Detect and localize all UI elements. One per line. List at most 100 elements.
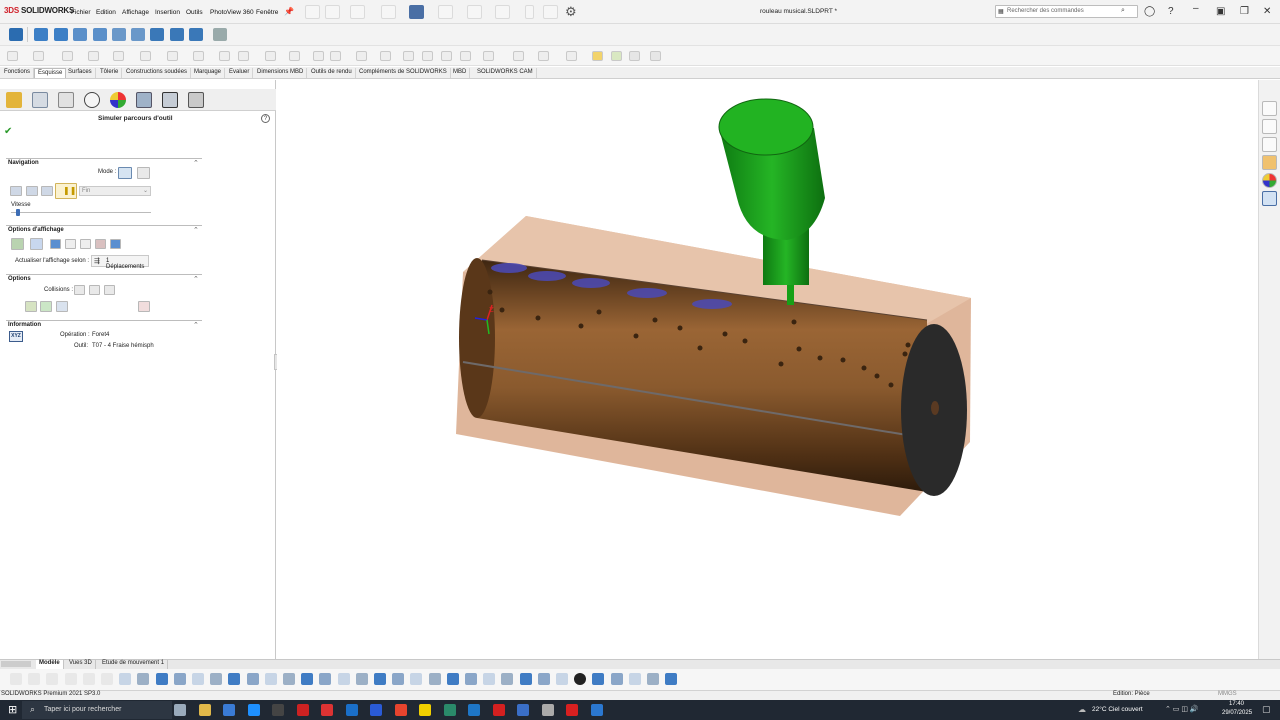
- pan-icon[interactable]: [483, 673, 496, 685]
- app-a-icon[interactable]: [541, 704, 554, 716]
- home-task-icon[interactable]: [1262, 101, 1277, 116]
- home-icon[interactable]: [305, 5, 320, 19]
- smart-dimension-icon[interactable]: [7, 51, 18, 61]
- line-icon[interactable]: [33, 51, 44, 61]
- step-forward-icon[interactable]: [41, 186, 53, 196]
- ok-check-icon[interactable]: ✔: [4, 126, 12, 137]
- search-input[interactable]: Rechercher des commandes: [1007, 8, 1084, 14]
- collapse-chevron-icon[interactable]: ⌃: [193, 226, 199, 234]
- acrobat-icon[interactable]: [492, 704, 505, 716]
- appearances-icon[interactable]: [1262, 173, 1277, 188]
- custom-properties-icon[interactable]: [1262, 191, 1277, 206]
- tab-mbd[interactable]: MBD: [450, 68, 471, 78]
- edit-def-icon[interactable]: [337, 673, 350, 685]
- notepad-icon[interactable]: [394, 704, 407, 716]
- post-process-icon[interactable]: [228, 673, 241, 685]
- boundary-icon[interactable]: [112, 28, 126, 41]
- section-icon[interactable]: [446, 673, 459, 685]
- edge-dev-icon[interactable]: [443, 704, 456, 716]
- show-material-icon[interactable]: [95, 239, 106, 249]
- design-library-icon[interactable]: [1262, 137, 1277, 152]
- offset-icon[interactable]: [356, 51, 367, 61]
- pause-button[interactable]: ❚❚: [55, 183, 77, 199]
- rotate-icon[interactable]: [465, 673, 477, 685]
- show-tool-icon[interactable]: [65, 239, 76, 249]
- extract-machinable-icon[interactable]: [82, 673, 95, 685]
- speed-slider-thumb[interactable]: [16, 209, 20, 216]
- tab-scroll-handle[interactable]: [1, 661, 31, 667]
- update-display-field[interactable]: ⇶ 1 Déplacements: [91, 255, 149, 270]
- spline-icon[interactable]: [193, 51, 204, 61]
- sweep-icon[interactable]: [73, 28, 87, 41]
- coordinate-system-icon[interactable]: [137, 673, 150, 685]
- restore-tile-icon[interactable]: ▣: [1216, 6, 1225, 17]
- gouge-check-icon[interactable]: [40, 301, 52, 312]
- measure-tool-icon[interactable]: [213, 28, 227, 41]
- collapse-chevron-icon[interactable]: ⌃: [193, 159, 199, 167]
- generate-plan-icon[interactable]: [155, 673, 168, 685]
- setup-icon[interactable]: [119, 673, 132, 685]
- show-stock-icon[interactable]: [11, 238, 24, 250]
- weather-icon[interactable]: ☁: [1078, 705, 1086, 714]
- search-box[interactable]: ▦ Rechercher des commandes ⌕: [995, 5, 1138, 18]
- rewind-icon[interactable]: [10, 186, 22, 196]
- file-explorer-icon[interactable]: [198, 704, 211, 716]
- step-through-icon[interactable]: [210, 673, 223, 685]
- block-icon[interactable]: [189, 28, 203, 41]
- feature-filter-icon[interactable]: [10, 673, 22, 685]
- save-stl-icon[interactable]: [56, 301, 68, 312]
- close-icon[interactable]: ✕: [1263, 6, 1271, 17]
- slot-icon[interactable]: [88, 51, 99, 61]
- help-icon[interactable]: ?: [261, 114, 270, 123]
- arc-icon[interactable]: [140, 51, 151, 61]
- word-icon[interactable]: [345, 704, 358, 716]
- extrude-icon[interactable]: [34, 28, 48, 41]
- minimize-icon[interactable]: –: [1193, 3, 1199, 14]
- new-document-icon[interactable]: [325, 5, 340, 19]
- gear-icon[interactable]: ⚙: [565, 4, 577, 20]
- options-icon[interactable]: [283, 673, 295, 685]
- point-icon[interactable]: [289, 51, 300, 61]
- taskbar-search-input[interactable]: Taper ici pour rechercher: [44, 706, 121, 713]
- xyz-button[interactable]: XYZ: [9, 331, 23, 342]
- show-holder-icon[interactable]: [50, 239, 61, 249]
- tab-solidworks-cam[interactable]: SOLIDWORKS CAM: [474, 68, 537, 78]
- convert-icon[interactable]: [330, 51, 341, 61]
- loft-icon[interactable]: [93, 28, 107, 41]
- sketch-tool-icon[interactable]: [9, 28, 23, 41]
- teams-icon[interactable]: [419, 704, 431, 716]
- paint-icon[interactable]: [517, 704, 529, 716]
- tab-modele[interactable]: Modèle: [36, 660, 64, 669]
- features-icon[interactable]: [28, 673, 41, 685]
- tab-etude-de-mouvement[interactable]: Etude de mouvement 1: [99, 660, 169, 669]
- circle-icon[interactable]: [113, 51, 124, 61]
- file-properties-icon[interactable]: [543, 5, 558, 19]
- filter-icon[interactable]: [647, 673, 659, 685]
- menu-affichage[interactable]: Affichage: [122, 9, 149, 16]
- magnifier-icon[interactable]: ⌕: [1121, 7, 1125, 15]
- smart-cam-icon[interactable]: [611, 51, 622, 61]
- weather-text[interactable]: 22°C Ciel couvert: [1092, 706, 1143, 713]
- shaded-sketch-icon[interactable]: [538, 51, 549, 61]
- save-cl-icon[interactable]: [264, 673, 277, 685]
- generate-toolpath-icon[interactable]: [173, 673, 186, 685]
- clock-time[interactable]: 17:40: [1229, 701, 1244, 707]
- task-view-icon[interactable]: [174, 704, 186, 716]
- solidworks-logo[interactable]: 3DS SOLIDWORKS: [4, 6, 74, 15]
- mode-tool-icon[interactable]: [118, 167, 132, 179]
- mode-part-icon[interactable]: [137, 167, 150, 179]
- tab-evaluer[interactable]: Evaluer: [226, 68, 254, 78]
- separate-icon[interactable]: [374, 673, 386, 685]
- print-icon[interactable]: [409, 5, 424, 19]
- menu-fenetre[interactable]: Fenêtre: [256, 9, 278, 16]
- step-select[interactable]: Fin ⌄: [79, 186, 151, 196]
- linear-pattern-icon[interactable]: [422, 51, 433, 61]
- units-text[interactable]: MMGS: [1218, 691, 1237, 697]
- cut-extrude-icon[interactable]: [131, 28, 145, 41]
- repair-icon[interactable]: [460, 51, 471, 61]
- show-part-icon[interactable]: [30, 238, 43, 250]
- reset-icon[interactable]: [138, 301, 150, 312]
- cam-tools-tree-icon[interactable]: [188, 92, 204, 108]
- collapse-chevron-icon[interactable]: ⌃: [193, 275, 199, 283]
- insert-op-icon[interactable]: [319, 673, 332, 685]
